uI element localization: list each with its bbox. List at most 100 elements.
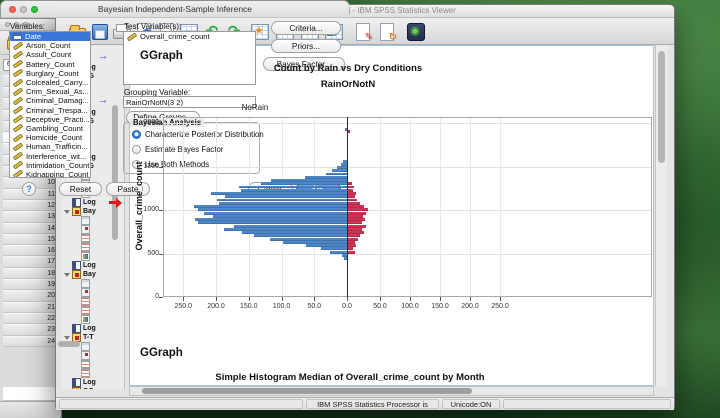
help-button[interactable]: ? (22, 182, 36, 196)
row-number-14[interactable]: 14 (3, 222, 59, 234)
variable-label: Homicide_Count (26, 133, 83, 143)
row-number-24[interactable]: 24 (3, 335, 59, 347)
radio-button[interactable] (132, 130, 141, 139)
variable-item[interactable]: Criminal_Trespa... (10, 105, 90, 115)
cancel-button[interactable]: Cancel (248, 182, 293, 196)
unicode-status: Unicode:ON (442, 399, 500, 409)
variables-label: Variables: (10, 22, 45, 31)
scale-variable-icon (12, 59, 24, 69)
designated-window-icon[interactable]: ◉ (405, 21, 425, 41)
variable-item[interactable]: Homicide_Count (10, 133, 90, 143)
criteria-button[interactable]: Criteria... (271, 21, 341, 35)
row-number-20[interactable]: 20 (3, 290, 59, 302)
log-icon (72, 261, 81, 270)
row-number-15[interactable]: 15 (3, 233, 59, 246)
status-cell (503, 399, 671, 409)
bayes-factor-button[interactable]: Bayes Factor... (263, 57, 345, 71)
collapse-triangle-icon[interactable] (64, 270, 70, 279)
radio-option[interactable]: Estimate Bayes Factor (132, 145, 223, 154)
row-number-18[interactable]: 18 (3, 267, 59, 280)
bayesian-analysis-group: Bayesian Analysis Characterize Posterior… (123, 118, 264, 174)
variable-item[interactable]: Crim_Sexual_As... (10, 87, 90, 97)
scale-variable-icon (12, 87, 24, 97)
outline-item-log[interactable]: Log (62, 261, 124, 270)
test-variables-label: Test Variable(s): (124, 22, 182, 31)
radio-button[interactable] (132, 160, 141, 169)
collapse-triangle-icon[interactable] (64, 387, 70, 389)
move-to-grouping-arrow-button[interactable]: → (95, 94, 111, 107)
variable-label: Arson_Count (26, 41, 71, 51)
variable-item[interactable]: Battery_Count (10, 59, 90, 69)
variable-label: Deceptive_Practi... (26, 114, 90, 124)
notes-icon (81, 351, 90, 360)
variable-item[interactable]: Gambling_Count (10, 123, 90, 133)
variable-item[interactable]: Interference_wit... (10, 151, 90, 161)
title-icon (81, 342, 90, 351)
row-number-23[interactable]: 23 (3, 324, 59, 336)
reset-button[interactable]: Reset (59, 182, 102, 196)
grouping-variable-field[interactable]: RainOrNotN(3 2) (123, 96, 256, 108)
outline-horizontal-scrollbar[interactable] (58, 341, 80, 347)
outline-vertical-scrollbar[interactable] (112, 105, 118, 240)
radio-option[interactable]: Characterize Posterior Distribution (132, 130, 264, 139)
edit-output-icon[interactable]: ✎ (352, 21, 373, 43)
priors-button[interactable]: Priors... (271, 39, 341, 53)
variable-label: Assult_Count (26, 50, 72, 60)
row-number-17[interactable]: 17 (3, 256, 59, 268)
test-variable-item[interactable]: Overall_crime_count (124, 32, 255, 42)
collapse-triangle-icon[interactable] (64, 207, 70, 216)
variable-item[interactable]: Human_Trafficin... (10, 142, 90, 152)
outline-child-item[interactable] (62, 306, 124, 315)
chart-icon (81, 315, 90, 324)
radio-button[interactable] (132, 145, 141, 154)
content-horizontal-scrollbar[interactable] (129, 386, 654, 396)
outline-child-item[interactable] (62, 279, 124, 288)
scale-variable-icon (12, 68, 24, 78)
variable-item[interactable]: Assult_Count (10, 50, 90, 60)
variable-item[interactable]: Intimidation_Count (10, 160, 90, 170)
scrollbar-thumb[interactable] (142, 388, 472, 394)
row-number-12[interactable]: 12 (3, 199, 59, 212)
outline-child-item[interactable] (62, 351, 124, 360)
log-icon (72, 378, 81, 387)
scrollbar-thumb[interactable] (658, 51, 665, 163)
variable-item[interactable]: Date (10, 32, 90, 42)
row-number-13[interactable]: 13 (3, 211, 59, 223)
outline-item-gg[interactable]: GG (62, 387, 124, 389)
variable-item[interactable]: Deceptive_Practi... (10, 114, 90, 124)
variable-item[interactable]: Kidnapping_Count (10, 169, 90, 177)
save-icon[interactable] (89, 21, 109, 41)
outline-child-item[interactable] (62, 243, 124, 252)
stats-icon (81, 297, 90, 306)
outline-child-item[interactable] (62, 369, 124, 378)
row-number-16[interactable]: 16 (3, 245, 59, 257)
outline-child-item[interactable] (62, 252, 124, 261)
radio-option[interactable]: Use Both Methods (132, 160, 209, 169)
move-to-test-arrow-button[interactable]: → (95, 50, 111, 63)
row-number-22[interactable]: 22 (3, 312, 59, 325)
traffic-lights[interactable] (9, 6, 38, 13)
scale-variable-icon (12, 41, 24, 51)
test-variables-list[interactable]: Overall_crime_count (123, 31, 256, 85)
outline-child-item[interactable] (62, 297, 124, 306)
ok-button[interactable]: OK (296, 182, 341, 196)
outline-item-bay[interactable]: Bay (62, 270, 124, 279)
gg-icon (72, 387, 81, 389)
paste-button[interactable]: Paste (106, 182, 150, 196)
variables-list[interactable]: Date Arson_Count Assult_Count Battery_Count… (9, 31, 91, 178)
variable-item[interactable]: Burglary_Count (10, 68, 90, 78)
variable-item[interactable]: Criminal_Damag... (10, 96, 90, 106)
outline-item-log[interactable]: Log (62, 378, 124, 387)
content-vertical-scrollbar[interactable] (655, 45, 667, 386)
variable-item[interactable]: Arson_Count (10, 41, 90, 51)
outline-child-item[interactable] (62, 315, 124, 324)
row-number-21[interactable]: 21 (3, 301, 59, 313)
outline-child-item[interactable] (62, 360, 124, 369)
outline-child-item[interactable] (62, 288, 124, 297)
outline-item-log[interactable]: Log (62, 324, 124, 333)
row-number-19[interactable]: 19 (3, 279, 59, 291)
variable-item[interactable]: Colcealed_Carry... (10, 78, 90, 88)
refresh-output-icon[interactable]: ↻ (376, 21, 397, 43)
